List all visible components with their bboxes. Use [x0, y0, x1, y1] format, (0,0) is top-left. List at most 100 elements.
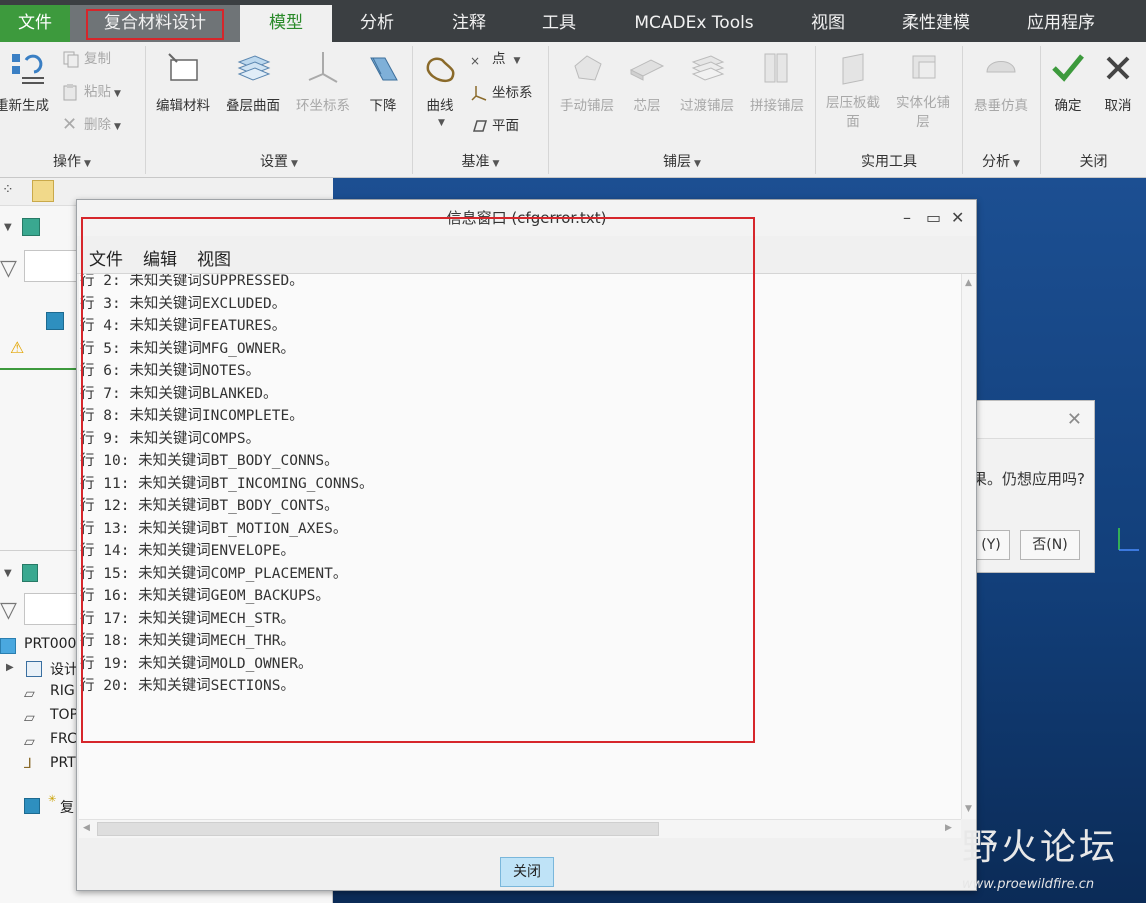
- group-label-settings[interactable]: 设置 ▼: [146, 152, 412, 172]
- tab-analysis[interactable]: 分析: [340, 5, 414, 42]
- transition-ply-button[interactable]: 过渡铺层: [674, 48, 740, 114]
- part-icon: [22, 564, 38, 582]
- maximize-icon[interactable]: ▭: [926, 208, 941, 227]
- tree-item-composite[interactable]: 复: [60, 797, 74, 817]
- tree-item-front-plane[interactable]: FRC: [50, 731, 77, 747]
- tree-item-design[interactable]: 设计: [50, 659, 78, 679]
- solidify-ply-button[interactable]: 实体化铺层: [890, 48, 956, 132]
- scroll-right-icon[interactable]: ▶: [945, 823, 952, 833]
- group-label-operations[interactable]: 操作 ▼: [0, 152, 144, 172]
- point-button[interactable]: × 点 ▼: [470, 48, 520, 70]
- csys-button[interactable]: 坐标系: [470, 82, 533, 104]
- manual-ply-button[interactable]: 手动铺层: [554, 48, 620, 114]
- ring-csys-button[interactable]: 环坐标系: [290, 48, 356, 114]
- tab-model[interactable]: 模型: [240, 5, 332, 42]
- ring-csys-icon: [308, 52, 338, 83]
- group-label-analysis[interactable]: 分析 ▼: [963, 152, 1039, 172]
- group-label-plies[interactable]: 铺层 ▼: [549, 152, 815, 172]
- watermark: 野火论坛 www.proewildfire.cn: [960, 818, 1146, 903]
- tab-tools[interactable]: 工具: [522, 5, 596, 42]
- csys-icon: [470, 84, 488, 102]
- warning-icon: ⚠: [10, 338, 25, 357]
- drape-sim-button[interactable]: 悬垂仿真: [968, 48, 1034, 114]
- drop-icon: [370, 57, 398, 81]
- scroll-up-icon[interactable]: ▲: [965, 278, 972, 288]
- tree-item-part[interactable]: PRT000: [24, 636, 76, 652]
- plane-button[interactable]: 平面: [470, 115, 519, 137]
- horizontal-scrollbar[interactable]: ◀ ▶: [79, 819, 961, 838]
- tree-item-right-plane[interactable]: RIG: [50, 683, 75, 699]
- curve-button[interactable]: 曲线 ▼: [418, 48, 462, 128]
- drape-sim-icon: [986, 61, 1016, 73]
- filter-input[interactable]: [24, 250, 84, 282]
- tree-item-top-plane[interactable]: TOP: [50, 707, 78, 723]
- minimize-icon[interactable]: –: [903, 208, 911, 227]
- tab-view[interactable]: 视图: [790, 5, 866, 42]
- horizontal-scroll-thumb[interactable]: [97, 822, 659, 836]
- part-icon: [0, 638, 16, 654]
- tab-file[interactable]: 文件: [0, 5, 70, 42]
- core-button[interactable]: 芯层: [624, 48, 670, 114]
- regenerate-button[interactable]: 重新生成: [0, 48, 56, 114]
- edit-material-button[interactable]: 编辑材料: [150, 48, 216, 114]
- splice-ply-button[interactable]: 拼接铺层: [744, 48, 810, 114]
- ok-button[interactable]: 确定: [1044, 48, 1092, 114]
- tab-annotate[interactable]: 注释: [432, 5, 506, 42]
- filter-input[interactable]: [24, 593, 84, 625]
- chevron-down-icon[interactable]: ▼: [4, 568, 12, 579]
- group-label-close: 关闭: [1079, 154, 1108, 170]
- design-icon: [26, 661, 42, 677]
- tree-item-csys[interactable]: PRT: [50, 755, 76, 771]
- plane-label: 平面: [492, 118, 519, 134]
- layup-surface-label: 叠层曲面: [226, 98, 280, 114]
- tab-mcadex-tools[interactable]: MCADEx Tools: [622, 5, 766, 42]
- model-icon: [46, 312, 64, 330]
- copy-button[interactable]: 复制: [62, 48, 111, 70]
- layup-surface-button[interactable]: 叠层曲面: [220, 48, 286, 114]
- no-button[interactable]: 否(N): [1020, 530, 1080, 560]
- close-icon[interactable]: ✕: [951, 208, 964, 227]
- point-dropdown-icon[interactable]: ▼: [514, 56, 521, 66]
- layer-tree-tab-icon[interactable]: [32, 180, 54, 202]
- paste-button[interactable]: 粘贴 ▼: [62, 81, 121, 103]
- watermark-name: 野火论坛: [962, 827, 1119, 868]
- cancel-button[interactable]: 取消: [1094, 48, 1142, 114]
- core-icon: [629, 59, 665, 81]
- cancel-label: 取消: [1104, 98, 1132, 114]
- delete-icon: ✕: [62, 114, 78, 135]
- laminate-section-button[interactable]: 层压板截面: [820, 48, 886, 132]
- confirm-dialog: ✕ 果。仍想应用吗? (Y) 否(N): [972, 400, 1095, 573]
- regenerate-icon: [12, 54, 44, 84]
- curve-dropdown-icon[interactable]: ▼: [421, 118, 462, 128]
- group-label-datum[interactable]: 基准 ▼: [413, 152, 548, 172]
- vertical-scrollbar[interactable]: ▲ ▼: [961, 274, 976, 819]
- filter-icon[interactable]: ▽: [0, 598, 17, 623]
- tab-applications[interactable]: 应用程序: [1012, 5, 1110, 42]
- chevron-down-icon: ▼: [84, 159, 91, 169]
- delete-label: 删除: [84, 117, 111, 133]
- plane-icon: [470, 117, 488, 135]
- close-icon[interactable]: ✕: [1067, 409, 1082, 430]
- plane-icon: ▱: [24, 686, 35, 702]
- checkmark-icon: [1052, 54, 1084, 82]
- paste-label: 粘贴: [84, 84, 111, 100]
- yes-button[interactable]: (Y): [972, 530, 1010, 560]
- watermark-url: www.proewildfire.cn: [962, 877, 1095, 892]
- delete-dropdown-icon[interactable]: ▼: [114, 122, 121, 132]
- close-button[interactable]: 关闭: [500, 857, 554, 887]
- drop-button[interactable]: 下降: [360, 48, 406, 114]
- filter-icon[interactable]: ▽: [0, 256, 17, 281]
- scroll-left-icon[interactable]: ◀: [83, 823, 90, 833]
- chevron-down-icon[interactable]: ▼: [4, 222, 12, 233]
- chevron-down-icon: ▼: [694, 159, 701, 169]
- tab-flexible-modeling[interactable]: 柔性建模: [890, 5, 982, 42]
- plane-icon: ▱: [24, 734, 35, 750]
- close-icon: [1106, 56, 1130, 80]
- menu-bar: 文件 复合材料设计 模型 分析 注释 工具 MCADEx Tools 视图 柔性…: [0, 0, 1146, 42]
- scroll-down-icon[interactable]: ▼: [965, 804, 972, 814]
- csys-icon: ⅃: [24, 756, 32, 772]
- model-tree-tab-icon[interactable]: ⁘: [2, 182, 14, 198]
- paste-dropdown-icon[interactable]: ▼: [114, 89, 121, 99]
- delete-button[interactable]: ✕ 删除 ▼: [62, 114, 121, 136]
- chevron-right-icon[interactable]: ▶: [6, 662, 14, 673]
